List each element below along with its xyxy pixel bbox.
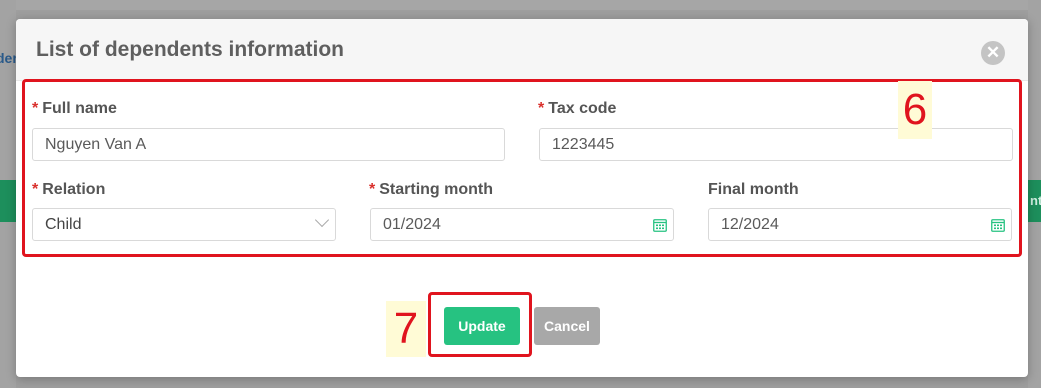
background-link: der [0, 50, 16, 66]
background-green-block [0, 180, 16, 222]
modal-title: List of dependents information [36, 38, 344, 61]
update-button[interactable]: Update [444, 307, 520, 345]
dependents-modal: List of dependents information ✕ * Full n… [16, 19, 1028, 377]
cancel-button[interactable]: Cancel [534, 307, 600, 345]
step-number-7: 7 [386, 301, 426, 357]
background-action-button: nt [1028, 180, 1041, 222]
step-number-6: 6 [898, 81, 932, 139]
background-topbar [0, 0, 1041, 10]
close-icon[interactable]: ✕ [981, 41, 1005, 65]
form-highlight-box [22, 79, 1022, 257]
modal-header: List of dependents information ✕ [16, 19, 1028, 81]
